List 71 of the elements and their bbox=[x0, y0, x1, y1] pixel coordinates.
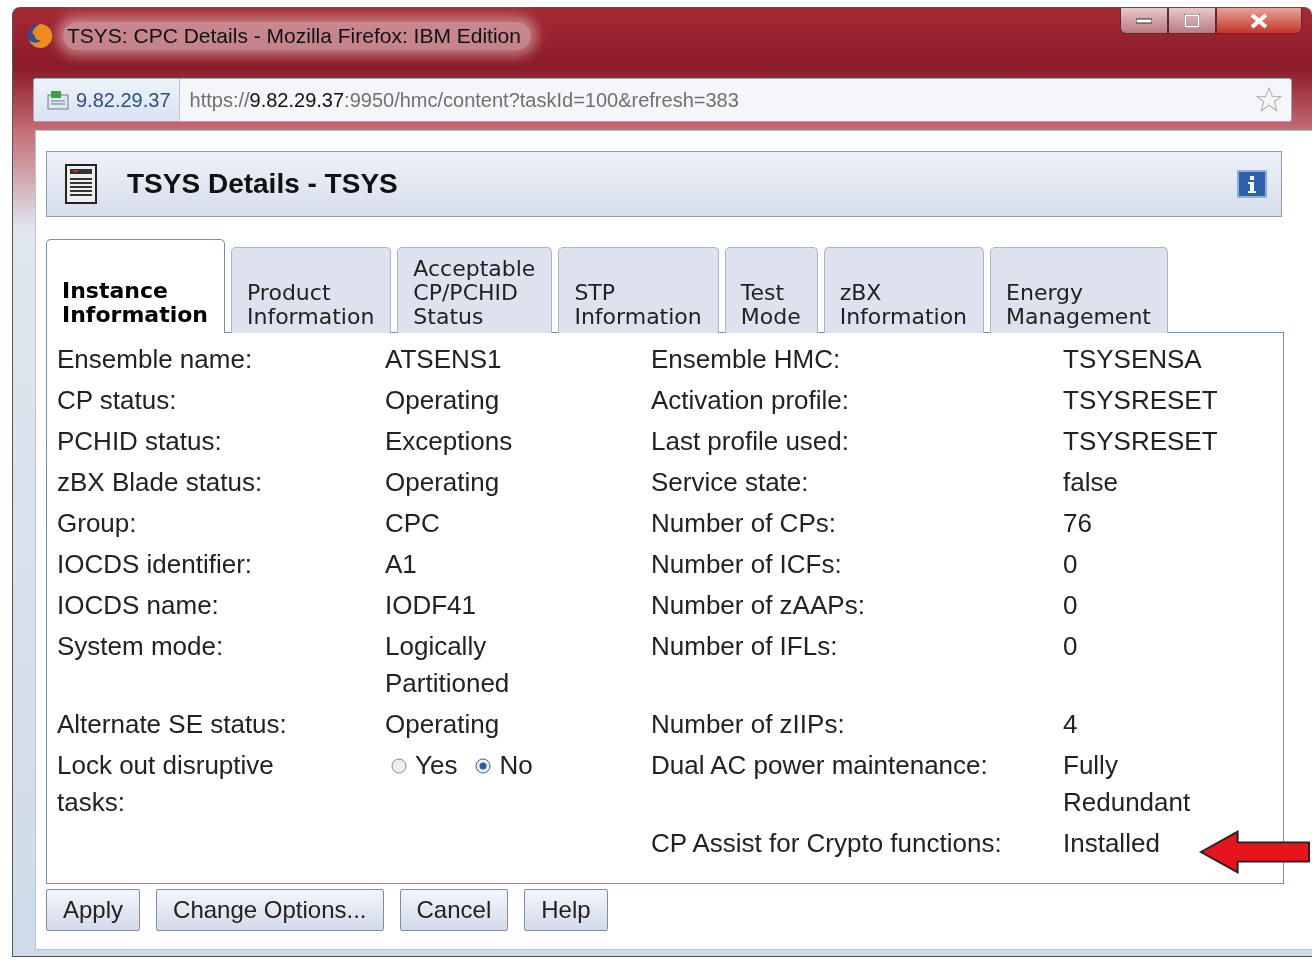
field-value: 76 bbox=[1063, 507, 1092, 540]
maximize-button[interactable] bbox=[1168, 8, 1216, 34]
field-label: System mode: bbox=[57, 630, 224, 663]
tab[interactable]: Instance Information bbox=[46, 239, 225, 333]
window-title: TSYS: CPC Details - Mozilla Firefox: IBM Edition bbox=[63, 22, 531, 50]
button[interactable]: Change Options... bbox=[156, 889, 384, 931]
document-icon bbox=[65, 164, 97, 204]
field-label: zBX Blade status: bbox=[57, 466, 263, 499]
maximize-icon bbox=[1184, 13, 1200, 28]
field-value: Operating bbox=[385, 384, 500, 417]
radio-option[interactable]: No bbox=[475, 747, 533, 784]
field-label: Number of zAAPs: bbox=[651, 590, 865, 620]
radio-button[interactable] bbox=[391, 757, 407, 774]
field-label: PCHID status: bbox=[57, 425, 222, 458]
field-value: TSYSRESET bbox=[1063, 425, 1218, 458]
field-label: Dual AC power maintenance: bbox=[651, 750, 988, 780]
field-value: A1 bbox=[385, 548, 417, 581]
field-value: 0 bbox=[1063, 589, 1078, 622]
field-label: Number of ICFs: bbox=[651, 549, 842, 579]
field-label: Activation profile: bbox=[651, 385, 849, 415]
site-icon bbox=[46, 89, 70, 111]
tab[interactable]: Test Mode bbox=[724, 247, 818, 333]
button[interactable]: Help bbox=[524, 889, 608, 931]
button[interactable]: Apply bbox=[46, 889, 141, 931]
tab[interactable]: Energy Management bbox=[990, 247, 1168, 333]
field-label: Ensemble HMC: bbox=[651, 344, 841, 374]
field-value: Fully Redundant bbox=[1063, 749, 1192, 819]
field-label: Alternate SE status: bbox=[57, 708, 287, 741]
tab[interactable]: Product Information bbox=[231, 247, 392, 333]
close-icon bbox=[1250, 12, 1268, 29]
field-label: Last profile used: bbox=[651, 426, 849, 456]
panel-title: TSYS Details - TSYS bbox=[127, 168, 399, 200]
tab[interactable]: zBX Information bbox=[823, 247, 985, 333]
field-label: IOCDS name: bbox=[57, 589, 219, 622]
field-value: TSYSENSA bbox=[1063, 343, 1202, 376]
field-value: 4 bbox=[1063, 708, 1078, 741]
field-value: TSYSRESET bbox=[1063, 384, 1218, 417]
field-value: CPC bbox=[385, 507, 440, 540]
field-label: Number of CPs: bbox=[651, 508, 836, 538]
info-icon[interactable] bbox=[1237, 170, 1267, 198]
field-label: IOCDS identifier: bbox=[57, 548, 253, 581]
tab[interactable]: Acceptable CP/PCHID Status bbox=[397, 247, 553, 333]
field-value: Operating bbox=[385, 708, 500, 741]
field-value: Exceptions bbox=[385, 425, 513, 458]
close-button[interactable] bbox=[1216, 8, 1302, 34]
bookmark-star-icon[interactable] bbox=[1255, 86, 1283, 114]
field-label: CP Assist for Crypto functions: bbox=[651, 828, 1002, 858]
button[interactable]: Cancel bbox=[399, 889, 509, 931]
field-value: Operating bbox=[385, 466, 500, 499]
field-value: Logically Partitioned bbox=[385, 630, 511, 700]
radio-option[interactable]: Yes bbox=[391, 747, 458, 784]
browser-logo-icon bbox=[27, 23, 53, 49]
minimize-button[interactable] bbox=[1120, 8, 1168, 34]
field-label: Group: bbox=[57, 507, 137, 540]
field-value: 0 bbox=[1063, 548, 1078, 581]
radio-button[interactable] bbox=[475, 757, 492, 774]
field-label: Number of IFLs: bbox=[651, 631, 838, 661]
minimize-icon bbox=[1136, 17, 1152, 24]
field-value: ATSENS1 bbox=[385, 343, 502, 376]
field-value: 0 bbox=[1063, 630, 1078, 663]
field-label: Number of zIIPs: bbox=[651, 709, 845, 739]
field-value: IODF41 bbox=[385, 589, 477, 622]
field-value: false bbox=[1063, 466, 1118, 499]
field-label: CP status: bbox=[57, 384, 177, 417]
field-label: Lock out disruptive tasks: bbox=[57, 749, 275, 819]
tab[interactable]: STP Information bbox=[558, 247, 719, 333]
address-bar[interactable]: 9.82.29.37 https://9.82.29.37:9950/hmc/content?taskId=100&refresh=383 bbox=[33, 78, 1292, 122]
field-label: Ensemble name: bbox=[57, 343, 253, 376]
url-text[interactable]: https://9.82.29.37:9950/hmc/content?taskId=100&refresh=383 bbox=[179, 88, 1255, 112]
field-value: Installed bbox=[1063, 827, 1160, 860]
field-label: Service state: bbox=[651, 467, 809, 497]
